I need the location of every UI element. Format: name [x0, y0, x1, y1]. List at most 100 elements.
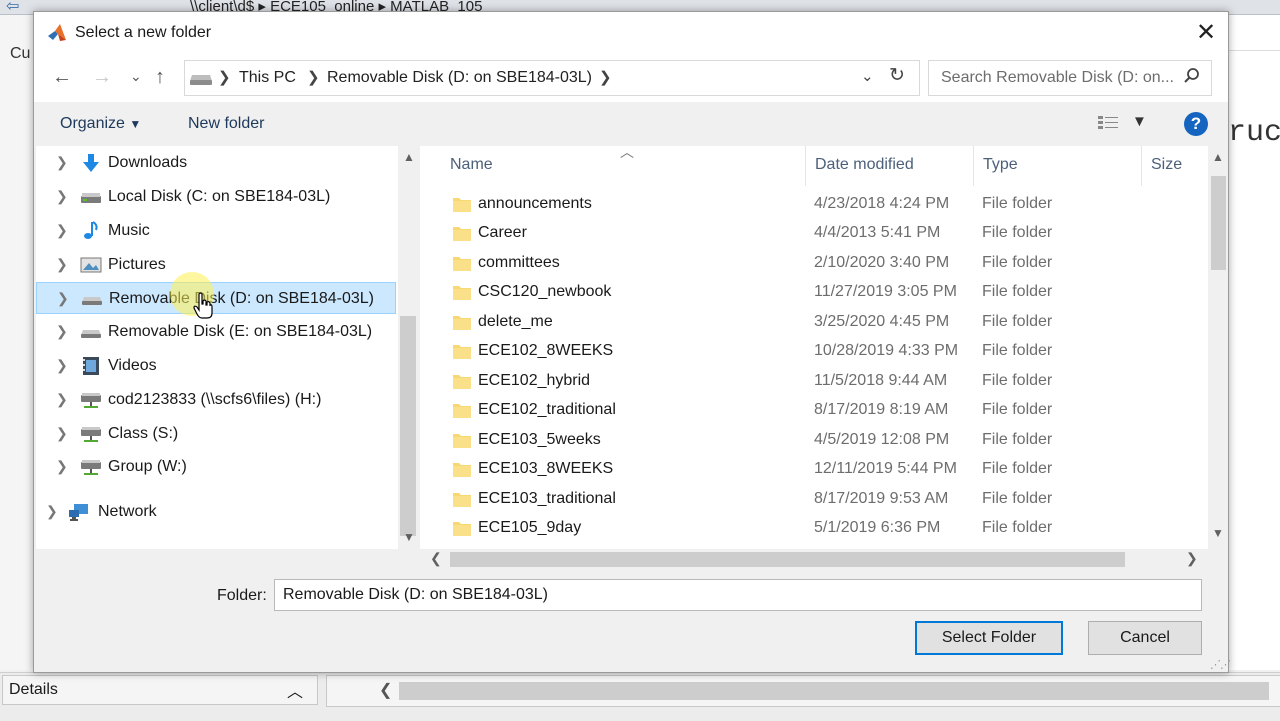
tree-item-network-drive-h[interactable]: ❯ cod2123833 (\\scfs6\files) (H:) [36, 384, 396, 416]
expand-chevron-icon[interactable]: ❯ [56, 222, 68, 239]
details-panel-header[interactable]: Details ︿ [2, 675, 318, 705]
search-box[interactable]: Search Removable Disk (D: on... [928, 60, 1212, 96]
expand-chevron-icon[interactable]: ❯ [56, 425, 68, 442]
matlab-horizontal-scrollbar[interactable]: ❮ [326, 675, 1280, 707]
back-arrow-icon[interactable]: ⇦ [6, 0, 19, 16]
tree-item-pictures[interactable]: ❯ Pictures [36, 249, 396, 281]
expand-chevron-icon[interactable]: ❯ [46, 503, 58, 520]
scrollbar-thumb[interactable] [400, 316, 416, 536]
breadcrumb-separator-icon[interactable]: ❯ [307, 68, 320, 86]
refresh-icon[interactable]: ↻ [889, 64, 905, 87]
select-folder-button[interactable]: Select Folder [915, 621, 1063, 655]
expand-chevron-icon[interactable]: ❯ [56, 458, 68, 475]
tree-item-videos[interactable]: ❯ Videos [36, 350, 396, 382]
scrollbar-thumb[interactable] [1211, 176, 1226, 270]
matlab-panel-tab[interactable]: Cu [10, 45, 30, 63]
scrollbar-thumb[interactable] [450, 552, 1125, 567]
expand-chevron-icon[interactable]: ❯ [56, 357, 68, 374]
address-bar[interactable]: ❯ This PC ❯ Removable Disk (D: on SBE184… [184, 60, 920, 96]
recent-locations-chevron-icon[interactable]: ⌄ [130, 68, 142, 85]
new-folder-button[interactable]: New folder [188, 115, 264, 133]
expand-chevron-icon[interactable]: ❯ [56, 256, 68, 273]
file-date: 11/27/2019 3:05 PM [814, 283, 957, 300]
scroll-down-icon[interactable]: ▼ [403, 530, 415, 544]
file-row[interactable]: ECE102_8WEEKS 10/28/2019 4:33 PM File fo… [420, 337, 1208, 366]
file-type: File folder [982, 195, 1053, 212]
scroll-down-icon[interactable]: ▼ [1212, 526, 1224, 540]
scroll-up-icon[interactable]: ▲ [403, 150, 415, 164]
tree-item-group-w[interactable]: ❯ Group (W:) [36, 451, 396, 483]
file-row[interactable]: Career 4/4/2013 5:41 PM File folder [420, 219, 1208, 248]
forward-arrow-icon[interactable]: → [92, 66, 112, 89]
file-type: File folder [982, 342, 1053, 359]
expand-chevron-icon[interactable]: ❯ [56, 154, 68, 171]
file-name: announcements [478, 195, 592, 212]
cancel-button[interactable]: Cancel [1088, 621, 1202, 655]
column-header-type[interactable]: Type [983, 156, 1018, 174]
tree-item-removable-disk-d[interactable]: ❯ Removable Disk (D: on SBE184-03L) [36, 282, 396, 314]
expand-chevron-icon[interactable]: ❯ [56, 323, 68, 340]
matlab-logo-icon [48, 24, 66, 41]
file-row[interactable]: CSC120_newbook 11/27/2019 3:05 PM File f… [420, 278, 1208, 307]
tree-item-removable-disk-e[interactable]: ❯ Removable Disk (E: on SBE184-03L) [36, 316, 396, 348]
scroll-up-icon[interactable]: ▲ [1212, 150, 1224, 164]
tree-item-network[interactable]: ❯ Network [36, 496, 396, 528]
music-icon [84, 221, 98, 239]
tree-item-class-s[interactable]: ❯ Class (S:) [36, 418, 396, 450]
column-divider[interactable] [973, 146, 974, 186]
network-drive-icon [81, 460, 101, 475]
scrollbar-thumb[interactable] [399, 682, 1269, 700]
column-header-size[interactable]: Size [1151, 156, 1182, 174]
scroll-left-icon[interactable]: ❮ [379, 680, 392, 700]
back-arrow-icon[interactable]: ← [52, 66, 72, 89]
file-row[interactable]: committees 2/10/2020 3:40 PM File folder [420, 249, 1208, 278]
file-row[interactable]: ECE102_hybrid 11/5/2018 9:44 AM File fol… [420, 367, 1208, 396]
column-divider[interactable] [805, 146, 806, 186]
file-row[interactable]: delete_me 3/25/2020 4:45 PM File folder [420, 308, 1208, 337]
tree-item-downloads[interactable]: ❯ Downloads [36, 147, 396, 179]
dialog-title: Select a new folder [75, 24, 212, 41]
view-options-icon[interactable] [1097, 115, 1119, 131]
up-arrow-icon[interactable]: ↑ [155, 66, 165, 89]
network-drive-icon [81, 427, 101, 442]
file-list-horizontal-scrollbar[interactable]: ❮ ❯ [420, 549, 1208, 569]
scroll-right-icon[interactable]: ❯ [1186, 550, 1198, 567]
folder-icon [453, 375, 471, 389]
organize-menu[interactable]: Organize ▼ [60, 115, 141, 133]
file-row[interactable]: ECE103_5weeks 4/5/2019 12:08 PM File fol… [420, 426, 1208, 455]
scroll-left-icon[interactable]: ❮ [430, 550, 442, 567]
column-divider[interactable] [1141, 146, 1142, 186]
address-dropdown-icon[interactable]: ⌄ [861, 67, 874, 85]
expand-chevron-icon[interactable]: ❯ [56, 188, 68, 205]
folder-name-field[interactable] [274, 579, 1202, 611]
tree-item-local-disk-c[interactable]: ❯ Local Disk (C: on SBE184-03L) [36, 181, 396, 213]
file-type: File folder [982, 490, 1053, 507]
expand-chevron-icon[interactable]: ❯ [56, 391, 68, 408]
chevron-up-icon[interactable]: ︿ [287, 678, 303, 702]
breadcrumb-removable-disk[interactable]: Removable Disk (D: on SBE184-03L) [327, 69, 592, 87]
organize-label: Organize [60, 115, 125, 132]
view-dropdown-icon[interactable]: ▼ [1132, 113, 1147, 130]
resize-grip-icon[interactable]: ⋰⋰ [1210, 658, 1231, 671]
tree-item-music[interactable]: ❯ Music [36, 215, 396, 247]
expand-chevron-icon[interactable]: ❯ [57, 290, 69, 307]
breadcrumb-separator-icon[interactable]: ❯ [218, 68, 231, 86]
tree-scrollbar[interactable]: ▲ ▼ [398, 146, 418, 549]
file-name: ECE102_traditional [478, 401, 616, 418]
help-icon[interactable]: ? [1184, 112, 1208, 136]
close-icon[interactable]: ✕ [1191, 18, 1221, 48]
column-header-date[interactable]: Date modified [815, 156, 914, 174]
file-row[interactable]: ECE103_traditional 8/17/2019 9:53 AM Fil… [420, 485, 1208, 514]
navigation-bar: ← → ⌄ ↑ ❯ This PC ❯ Removable Disk (D: o… [34, 54, 1228, 102]
file-date: 8/17/2019 9:53 AM [814, 490, 949, 507]
search-icon[interactable] [1183, 67, 1201, 85]
file-row[interactable]: ECE102_traditional 8/17/2019 8:19 AM Fil… [420, 396, 1208, 425]
file-list-vertical-scrollbar[interactable]: ▲ ▼ [1208, 146, 1228, 549]
file-row[interactable]: announcements 4/23/2018 4:24 PM File fol… [420, 190, 1208, 219]
file-name: ECE103_5weeks [478, 431, 601, 448]
breadcrumb-separator-icon[interactable]: ❯ [599, 68, 612, 86]
column-header-name[interactable]: Name [450, 156, 493, 174]
breadcrumb-this-pc[interactable]: This PC [239, 69, 296, 87]
file-row[interactable]: ECE103_8WEEKS 12/11/2019 5:44 PM File fo… [420, 455, 1208, 484]
file-row[interactable]: ECE105_9day 5/1/2019 6:36 PM File folder [420, 514, 1208, 543]
